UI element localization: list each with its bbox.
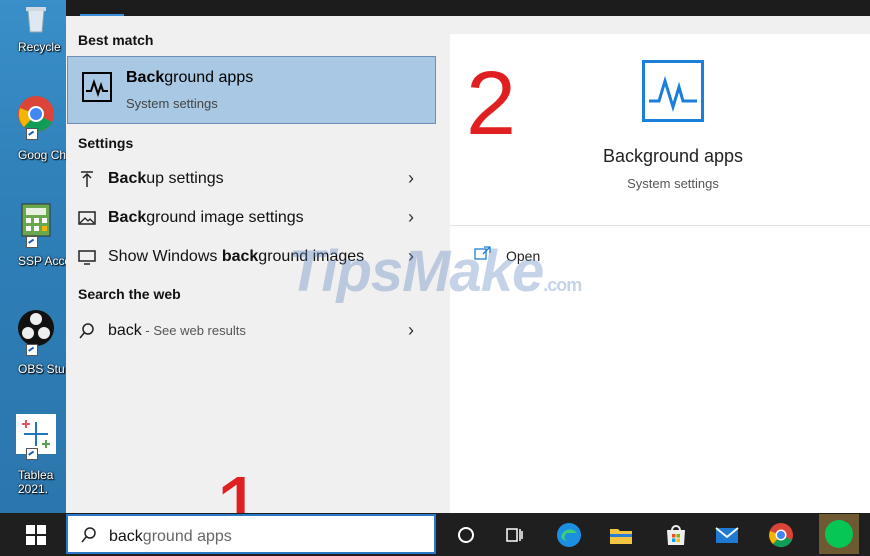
result-label: Background image settings (108, 209, 304, 226)
recycle-bin-icon (16, 2, 56, 42)
mail-icon[interactable] (713, 521, 741, 549)
best-match-item[interactable]: Background apps System settings (67, 56, 436, 124)
search-header-bar (66, 0, 870, 16)
desktop-strip: Recycle Goog Chron SSP Accoun OBS Stu Ta… (0, 0, 66, 513)
store-icon[interactable] (662, 521, 690, 549)
shortcut-arrow-icon (26, 128, 38, 140)
chevron-right-icon: › (408, 320, 414, 340)
task-view-icon[interactable] (500, 521, 528, 549)
image-icon (78, 209, 96, 227)
file-explorer-icon[interactable] (607, 521, 635, 549)
taskbar: background apps (0, 513, 870, 556)
step-2-annotation: 2 (466, 54, 517, 154)
background-apps-icon (82, 72, 112, 102)
desktop-icon-label: Recycle (18, 40, 61, 54)
shortcut-arrow-icon (26, 448, 38, 460)
desktop-icon-label: Goog Chron (18, 148, 66, 162)
desktop-icon-chrome[interactable]: Goog Chron (0, 92, 66, 182)
search-query-text: background apps (109, 528, 232, 545)
best-match-subtitle: System settings (126, 96, 218, 111)
detail-divider (450, 225, 870, 226)
desktop-icon-label: SSP Accoun (18, 254, 66, 268)
search-input[interactable]: background apps (66, 514, 436, 554)
monitor-icon (78, 248, 96, 266)
desktop-icon-recycle[interactable]: Recycle (0, 0, 66, 60)
desktop-icon-label: Tablea 2021. (18, 468, 54, 496)
edge-icon[interactable] (555, 521, 583, 549)
cortana-icon[interactable] (452, 521, 480, 549)
result-label: back - See web results (108, 322, 246, 339)
detail-subtitle: System settings (627, 176, 719, 191)
line-app-icon[interactable] (819, 514, 859, 554)
watermark: TipsMake.com (288, 239, 582, 304)
chevron-right-icon: › (408, 207, 414, 227)
windows-start-icon[interactable] (26, 525, 46, 545)
result-label: Backup settings (108, 170, 224, 187)
search-icon (78, 322, 96, 340)
result-backup-settings[interactable]: Backup settings › (66, 160, 436, 198)
result-background-image-settings[interactable]: Background image settings › (66, 199, 436, 237)
desktop-icon-ssp[interactable]: SSP Accoun (0, 198, 66, 288)
background-apps-large-icon (642, 60, 704, 122)
best-match-heading: Best match (78, 32, 154, 48)
shortcut-arrow-icon (26, 236, 38, 248)
desktop-icon-tableau[interactable]: Tablea 2021. (0, 412, 66, 502)
search-web-heading: Search the web (78, 286, 181, 302)
calculator-icon (16, 200, 56, 240)
result-web-search[interactable]: back - See web results › (66, 312, 436, 350)
chrome-icon[interactable] (767, 521, 795, 549)
shortcut-arrow-icon (26, 344, 38, 356)
desktop-icon-obs[interactable]: OBS Stu (0, 306, 66, 376)
settings-heading: Settings (78, 135, 134, 151)
obs-icon (16, 308, 56, 348)
best-match-title: Background apps (126, 69, 254, 86)
search-icon (80, 526, 98, 544)
line-bubble (825, 520, 853, 548)
desktop-icon-label: OBS Stu (18, 362, 65, 376)
upload-arrow-icon (78, 170, 96, 188)
chevron-right-icon: › (408, 168, 414, 188)
